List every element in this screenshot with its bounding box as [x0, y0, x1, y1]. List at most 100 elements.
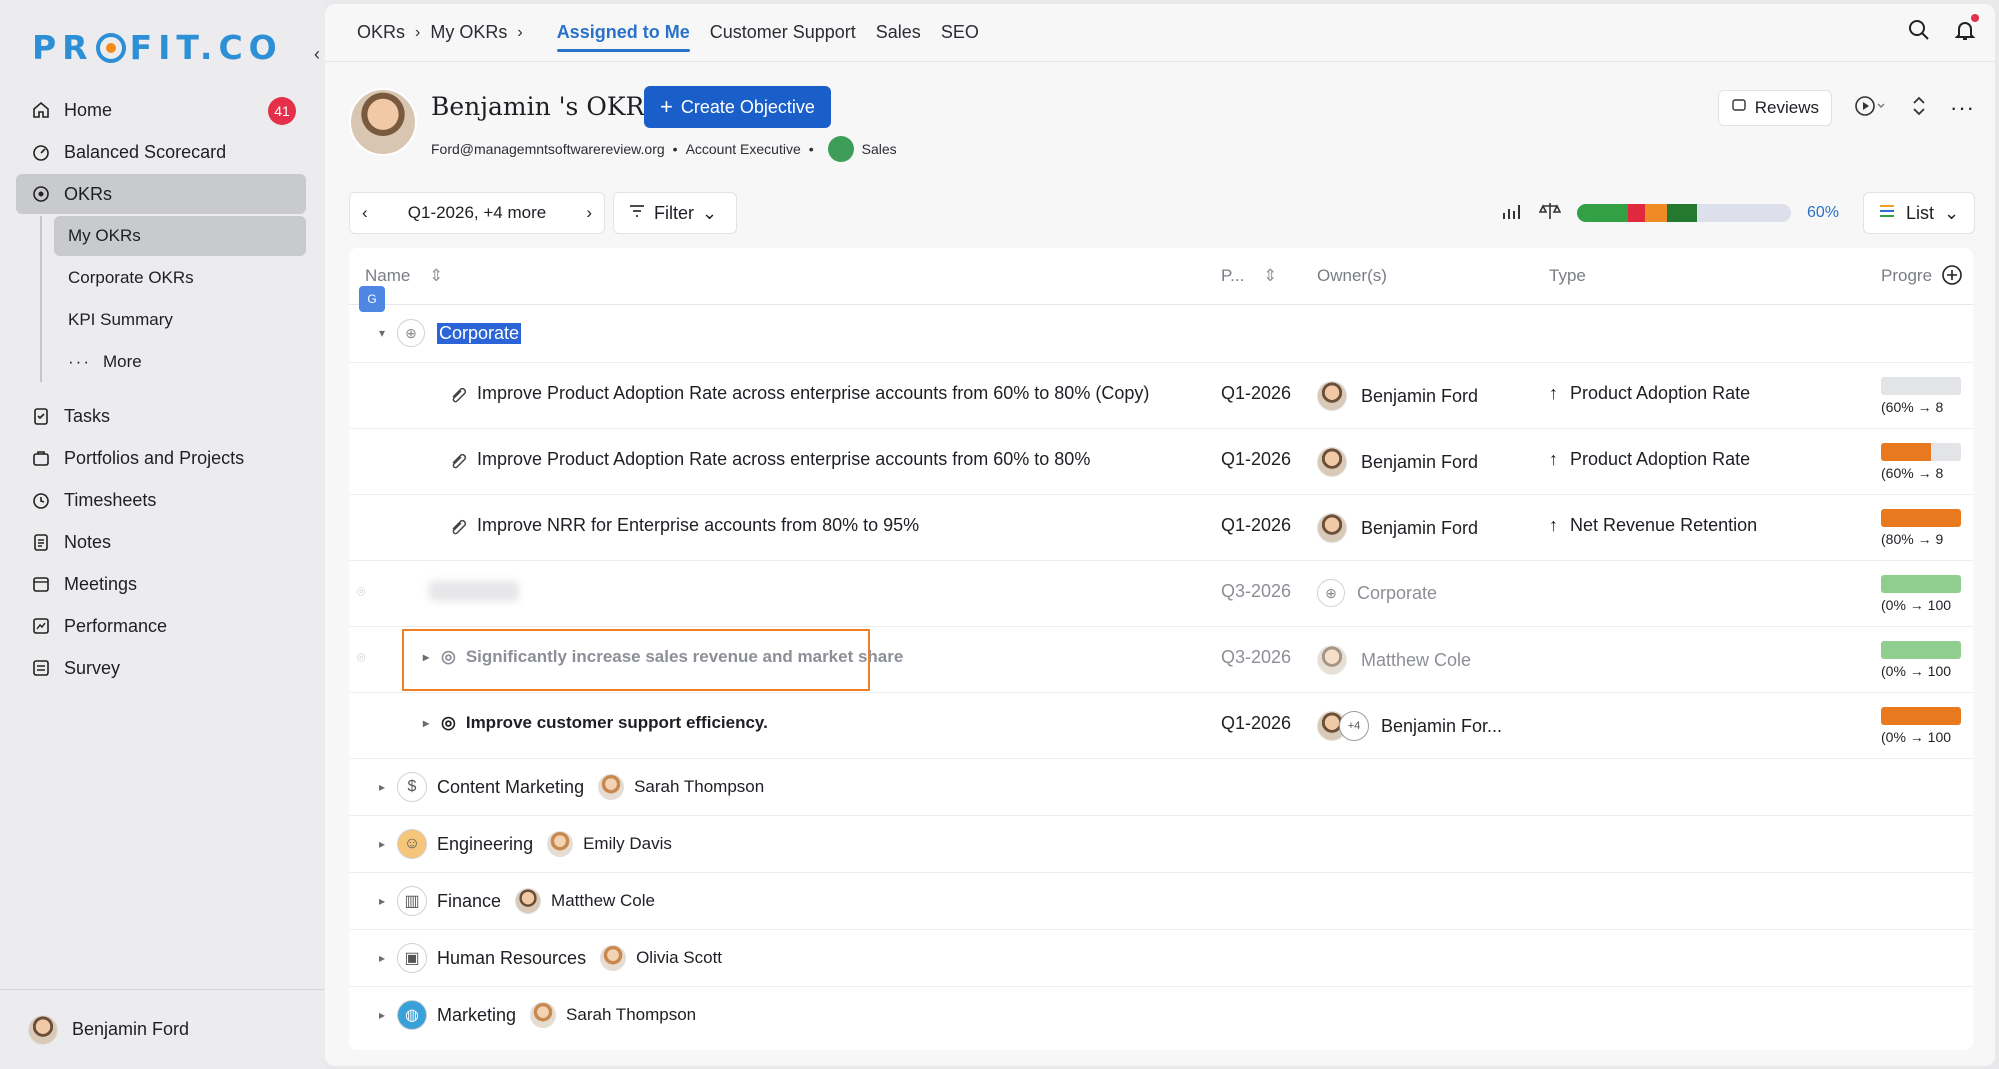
key-result-icon — [449, 451, 467, 469]
group-row-content-marketing[interactable]: ▸ $ Content Marketing Sarah Thompson — [349, 759, 1973, 816]
more-options-icon[interactable]: ··· — [1950, 95, 1975, 121]
caret-right-icon[interactable]: ▸ — [379, 1008, 397, 1022]
group-row-engineering[interactable]: ▸ ☺ Engineering Emily Davis — [349, 816, 1973, 873]
reviews-button[interactable]: Reviews — [1717, 90, 1833, 126]
caret-right-icon[interactable]: ▸ — [423, 716, 441, 730]
group-lead: Olivia Scott — [636, 948, 723, 967]
owner-role: Account Executive — [685, 141, 801, 157]
sidebar-item-home[interactable]: Home 41 — [16, 90, 306, 130]
avatar — [547, 831, 574, 857]
sidebar-item-tasks[interactable]: Tasks — [16, 396, 306, 436]
tasks-icon — [30, 405, 52, 427]
notification-dot — [1971, 14, 1979, 22]
table-row[interactable]: Improve Product Adoption Rate across ent… — [349, 363, 1973, 429]
sidebar-item-notes[interactable]: Notes — [16, 522, 306, 562]
user-profile[interactable]: Benjamin Ford — [0, 989, 325, 1069]
arrow-up-icon: ↑ — [1549, 383, 1558, 403]
column-header-owners[interactable]: Owner(s) — [1317, 266, 1387, 286]
filter-button[interactable]: Filter ⌄ — [613, 192, 737, 234]
table-row[interactable]: Improve Product Adoption Rate across ent… — [349, 429, 1973, 495]
caret-right-icon[interactable]: ▸ — [379, 951, 397, 965]
caret-right-icon[interactable]: ▸ — [379, 780, 397, 794]
top-bar: OKRs › My OKRs › Assigned to Me Customer… — [325, 4, 1995, 62]
objective-name[interactable]: Improve customer support efficiency. — [466, 713, 768, 733]
analytics-icon[interactable] — [1501, 201, 1523, 226]
sidebar: PR FIT.CO ‹ Home 41 Balanced Scorecard OK… — [0, 0, 325, 1069]
expand-collapse-icon[interactable] — [1910, 94, 1928, 123]
sidebar-item-balanced-scorecard[interactable]: Balanced Scorecard — [16, 132, 306, 172]
sidebar-item-label: Meetings — [64, 573, 138, 594]
search-icon[interactable] — [1907, 18, 1931, 47]
owner-name: Benjamin Ford — [1361, 385, 1479, 406]
group-row-human-resources[interactable]: ▸ ▣ Human Resources Olivia Scott — [349, 930, 1973, 987]
avatar — [600, 945, 627, 971]
chevron-down-icon: ⌄ — [1944, 202, 1960, 223]
scorecard-icon — [30, 141, 52, 163]
period-cell: Q1-2026 — [1221, 449, 1292, 469]
timer-icon — [30, 489, 52, 511]
add-column-icon[interactable] — [1941, 264, 1963, 291]
collapse-sidebar-button[interactable]: ‹ — [314, 44, 320, 65]
group-row-marketing[interactable]: ▸ ◍ Marketing Sarah Thompson — [349, 987, 1973, 1044]
column-header-progress[interactable]: Progre — [1881, 266, 1932, 286]
period-cell: Q1-2026 — [1221, 713, 1292, 733]
sidebar-item-portfolios[interactable]: Portfolios and Projects — [16, 438, 306, 478]
owner-name: Matthew Cole — [1361, 649, 1472, 670]
progress-label: (60% → 8 — [1881, 465, 1944, 481]
avatar — [530, 1002, 557, 1028]
breadcrumb: OKRs › My OKRs › — [357, 22, 533, 43]
caret-right-icon[interactable]: ▸ — [379, 894, 397, 908]
sidebar-item-more[interactable]: ··· More — [54, 342, 306, 382]
group-row-finance[interactable]: ▸ ▥ Finance Matthew Cole — [349, 873, 1973, 930]
dot-separator: • — [672, 141, 678, 157]
tab-sales[interactable]: Sales — [866, 4, 931, 62]
chevron-right-icon: › — [415, 23, 421, 41]
breadcrumb-okrs[interactable]: OKRs — [357, 22, 405, 43]
sidebar-item-performance[interactable]: Performance — [16, 606, 306, 646]
tab-customer-support[interactable]: Customer Support — [700, 4, 866, 62]
drag-handle-icon[interactable]: ⌾ — [357, 583, 365, 600]
table-row[interactable]: ⌾ Q3-2026 ⊕ Corporate (0% → 100 — [349, 561, 1973, 627]
sidebar-item-survey[interactable]: Survey — [16, 648, 306, 688]
sidebar-item-corporate-okrs[interactable]: Corporate OKRs — [54, 258, 306, 298]
avatar — [1317, 513, 1347, 543]
hidden-objective-name — [429, 581, 519, 601]
period-selector[interactable]: ‹ Q1-2026, +4 more › — [349, 192, 605, 234]
progress-bar — [1881, 575, 1961, 593]
brand-logo[interactable]: PR FIT.CO — [32, 28, 283, 67]
table-row[interactable]: Improve NRR for Enterprise accounts from… — [349, 495, 1973, 561]
play-icon[interactable] — [1854, 95, 1888, 122]
sidebar-item-meetings[interactable]: Meetings — [16, 564, 306, 604]
chevron-right-icon[interactable]: › — [586, 203, 592, 223]
breadcrumb-my-okrs[interactable]: My OKRs — [430, 22, 507, 43]
progress-label: (80% → 9 — [1881, 531, 1944, 547]
more-owners-badge[interactable]: +4 — [1339, 711, 1369, 741]
kr-name[interactable]: Improve NRR for Enterprise accounts from… — [477, 515, 919, 536]
sidebar-item-timesheets[interactable]: Timesheets — [16, 480, 306, 520]
column-header-name[interactable]: Name ⇕ — [365, 266, 443, 286]
chevron-left-icon[interactable]: ‹ — [362, 203, 368, 223]
sidebar-item-my-okrs[interactable]: My OKRs — [54, 216, 306, 256]
tab-assigned-to-me[interactable]: Assigned to Me — [547, 4, 700, 62]
create-objective-button[interactable]: + Create Objective — [644, 86, 831, 128]
sidebar-item-okrs[interactable]: OKRs — [16, 174, 306, 214]
kr-name[interactable]: Improve Product Adoption Rate across ent… — [477, 449, 1090, 470]
view-toggle-button[interactable]: List ⌄ — [1863, 192, 1975, 234]
group-row-corporate[interactable]: ▾ ⊕ Corporate — [349, 305, 1973, 363]
caret-right-icon[interactable]: ▸ — [379, 837, 397, 851]
column-header-period[interactable]: P... ⇕ — [1221, 266, 1277, 286]
caret-down-icon[interactable]: ▾ — [379, 326, 397, 340]
sidebar-item-kpi-summary[interactable]: KPI Summary — [54, 300, 306, 340]
column-header-type[interactable]: Type — [1549, 266, 1586, 286]
globe-icon: ◍ — [397, 1000, 427, 1030]
progress-bar — [1881, 443, 1961, 461]
balance-scale-icon[interactable] — [1538, 201, 1562, 226]
sidebar-item-label: Performance — [64, 615, 168, 636]
tab-seo[interactable]: SEO — [931, 4, 989, 62]
table-row[interactable]: ▸ ◎ Improve customer support efficiency. Q… — [349, 693, 1973, 759]
kr-name[interactable]: Improve Product Adoption Rate across ent… — [477, 383, 1149, 404]
bell-icon[interactable] — [1953, 14, 1979, 47]
drag-handle-icon[interactable]: ⌾ — [357, 649, 365, 666]
page-title: Benjamin 's OKRs — [431, 92, 658, 121]
kr-type: Product Adoption Rate — [1570, 449, 1751, 469]
